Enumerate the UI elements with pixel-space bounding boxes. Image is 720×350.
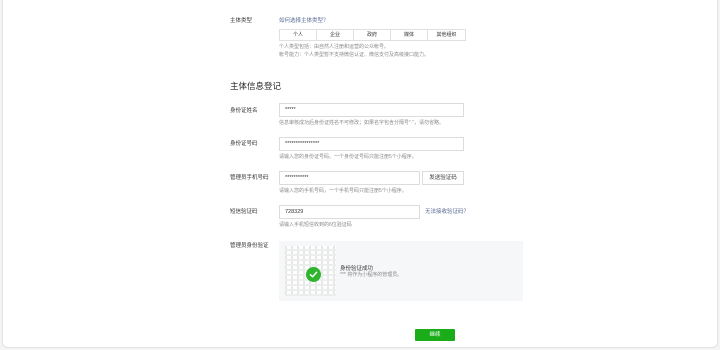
entity-type-option-media[interactable]: 媒体 <box>391 30 428 40</box>
entity-type-option-government[interactable]: 政府 <box>354 30 391 40</box>
sms-code-label: 短信验证码 <box>230 209 258 215</box>
id-number-input[interactable]: **************** <box>279 137 464 151</box>
sms-help-link[interactable]: 无法接收验证码？ <box>425 208 469 216</box>
registration-card: 主体类型 如何选择主体类型？ 个人 企业 政府 媒体 其他组织 个人类型包括：由… <box>2 0 718 348</box>
id-number-tip: 请输入您的身份证号码。一个身份证号码只能注册5个小程序。 <box>279 154 417 160</box>
section-title: 主体信息登记 <box>230 81 282 91</box>
entity-type-tip: 个人类型包括：由自然人注册和运营的公众帐号。 <box>279 44 390 50</box>
check-icon <box>306 267 321 282</box>
id-number-label: 身份证号码 <box>230 141 258 147</box>
entity-type-label: 主体类型 <box>230 18 253 24</box>
sms-code-tip: 请输入手机短信收到的6位验证码 <box>279 222 352 228</box>
sms-code-input[interactable]: 728329 <box>279 205 420 219</box>
send-code-button[interactable]: 发送验证码 <box>422 171 464 185</box>
phone-tip: 请输入您的手机号码，一个手机号码只能注册5个小程序。 <box>279 188 407 194</box>
id-name-tip: 信息审核成功后身份证姓名不可修改；如果名字包含分隔号“·”，请勿省略。 <box>279 120 444 126</box>
verify-success-desc: *** 将作为小程序的管理员。 <box>340 272 403 278</box>
entity-type-option-enterprise[interactable]: 企业 <box>317 30 354 40</box>
entity-type-help-link[interactable]: 如何选择主体类型？ <box>279 17 329 25</box>
admin-verify-label: 管理员身份验证 <box>230 243 269 249</box>
phone-input[interactable]: *********** <box>279 171 420 185</box>
entity-type-selector: 个人 企业 政府 媒体 其他组织 <box>279 29 466 41</box>
id-name-input[interactable]: ***** <box>279 103 464 117</box>
admin-verify-panel: 身份验证成功 *** 将作为小程序的管理员。 <box>279 241 523 301</box>
id-name-label: 身份证姓名 <box>230 108 258 114</box>
entity-type-option-other-org[interactable]: 其他组织 <box>428 30 465 40</box>
continue-button[interactable]: 继续 <box>415 329 455 341</box>
phone-label: 管理员手机号码 <box>230 175 269 181</box>
entity-type-option-personal[interactable]: 个人 <box>280 30 317 40</box>
entity-type-capability-tip: 帐号能力：个人类型暂不支持微信认证、微信支付及高级接口能力。 <box>279 52 430 58</box>
qr-code-image <box>285 246 336 296</box>
